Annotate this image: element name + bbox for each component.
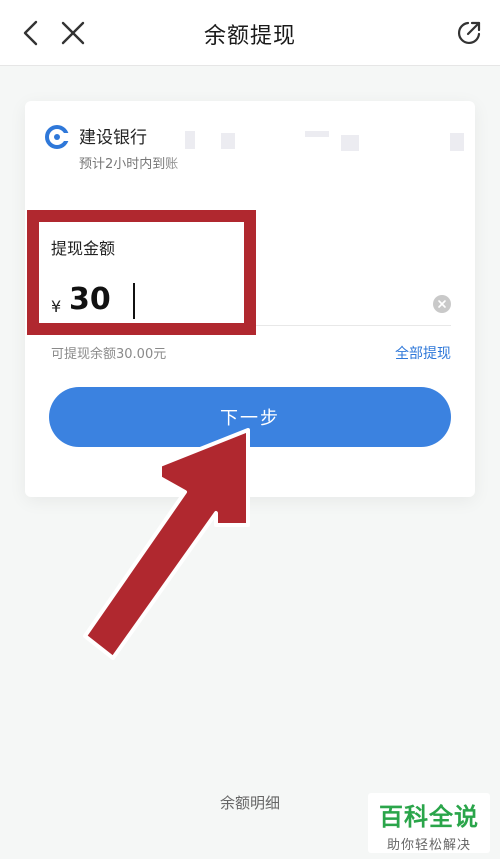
- arrival-estimate: 预计2小时内到账: [79, 157, 179, 172]
- next-step-button[interactable]: 下一步: [49, 387, 451, 447]
- available-balance: 可提现余额30.00元: [51, 347, 167, 362]
- ccb-bank-logo: [45, 125, 69, 149]
- amount-input[interactable]: [69, 277, 409, 321]
- clear-circle-icon: [438, 300, 446, 308]
- withdraw-card: 建设银行 预计2小时内到账 提现金额 ¥ 可提现余额30.00: [25, 101, 475, 497]
- currency-symbol: ¥: [51, 297, 62, 316]
- amount-label: 提现金额: [51, 239, 116, 258]
- share-button[interactable]: [452, 16, 486, 50]
- bank-name: 建设银行: [79, 128, 147, 148]
- redacted-account-mask: [165, 119, 465, 189]
- share-icon: [457, 21, 481, 45]
- page: 余额提现 建设银行 预计2小时内到账 提现金额 ¥ 30 可提现余额30.00元…: [0, 0, 500, 859]
- amount-divider: [51, 325, 451, 326]
- amount-field[interactable]: ¥: [51, 277, 451, 325]
- text-cursor: [133, 283, 135, 319]
- watermark-title: 百科全说: [379, 803, 479, 831]
- withdraw-all-link[interactable]: 全部提现: [395, 343, 451, 363]
- bank-card-selector[interactable]: 建设银行 预计2小时内到账: [25, 101, 475, 197]
- watermark-subtitle: 助你轻松解决: [386, 838, 471, 853]
- page-title: 余额提现: [203, 24, 296, 49]
- clear-amount-button[interactable]: [433, 295, 451, 313]
- watermark-logo: 百科全说 助你轻松解决: [368, 793, 490, 853]
- nav-bar: 余额提现: [0, 0, 500, 66]
